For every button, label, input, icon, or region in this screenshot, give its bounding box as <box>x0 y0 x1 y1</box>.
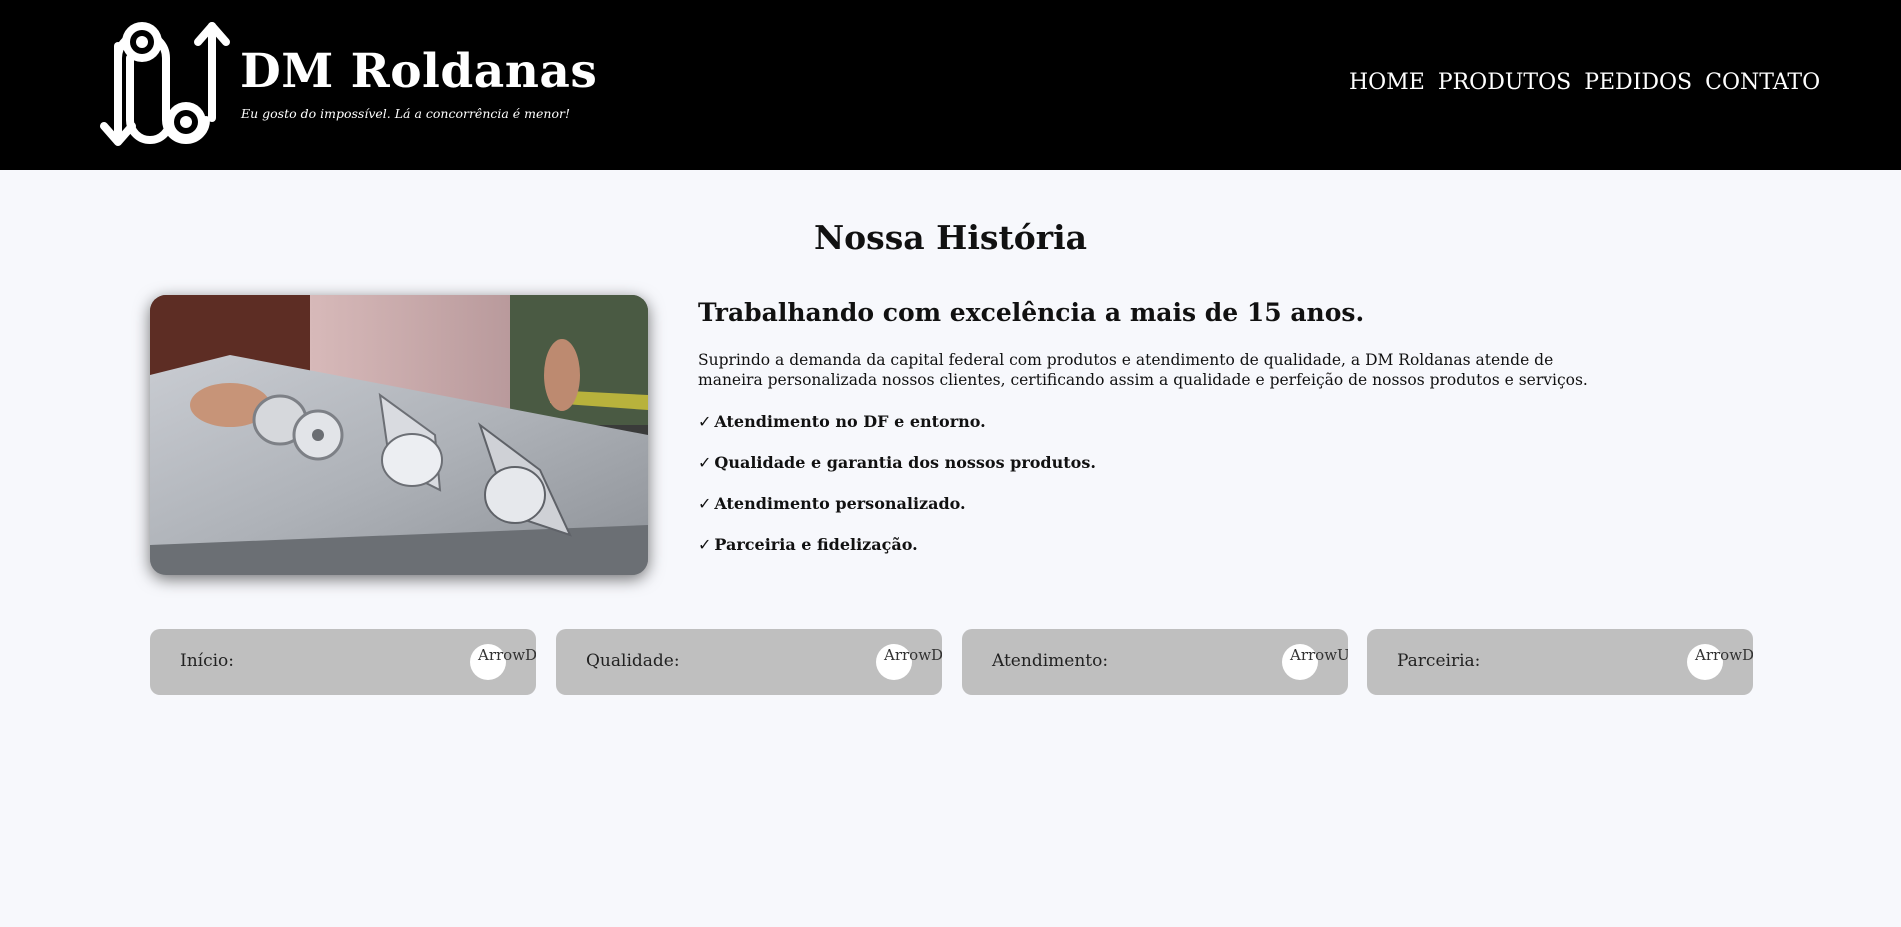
arrow-alt-text: ArrowD <box>478 646 536 664</box>
card-atendimento[interactable]: Atendimento: ArrowU <box>962 629 1348 695</box>
main-nav: HOME PRODUTOS PEDIDOS CONTATO <box>1349 70 1820 95</box>
arrow-down-icon[interactable]: ArrowD <box>876 644 942 680</box>
brand-tagline: Eu gosto do impossível. Lá a concorrênci… <box>241 106 570 121</box>
nav-home-link[interactable]: HOME <box>1349 70 1425 95</box>
check-icon: ✓ <box>698 412 712 431</box>
feature-list: ✓ Atendimento no DF e entorno. ✓ Qualidade… <box>698 412 1096 576</box>
card-inicio[interactable]: Início: ArrowD <box>150 629 536 695</box>
arrow-alt-text: ArrowD <box>1695 646 1753 664</box>
brand-name[interactable]: DM Roldanas <box>240 44 597 99</box>
section-title: Nossa História <box>813 218 1088 257</box>
card-label: Qualidade: <box>586 651 680 671</box>
feature-item: ✓ Qualidade e garantia dos nossos produto… <box>698 453 1096 494</box>
feature-item: ✓ Atendimento personalizado. <box>698 494 1096 535</box>
check-icon: ✓ <box>698 494 712 513</box>
card-label: Início: <box>180 651 235 671</box>
card-qualidade[interactable]: Qualidade: ArrowD <box>556 629 942 695</box>
feature-item: ✓ Atendimento no DF e entorno. <box>698 412 1096 453</box>
arrow-alt-text: ArrowU <box>1290 646 1348 664</box>
check-icon: ✓ <box>698 535 712 554</box>
arrow-down-icon[interactable]: ArrowD <box>470 644 536 680</box>
card-label: Parceiria: <box>1397 651 1481 671</box>
site-header: DM Roldanas Eu gosto do impossível. Lá a… <box>0 0 1901 170</box>
check-icon: ✓ <box>698 453 712 472</box>
card-parceiria[interactable]: Parceiria: ArrowD <box>1367 629 1753 695</box>
info-cards: Início: ArrowD Qualidade: ArrowD Atendim… <box>150 629 1753 695</box>
feature-text: Atendimento no DF e entorno. <box>714 412 986 431</box>
card-label: Atendimento: <box>992 651 1109 671</box>
section-subtitle: Trabalhando com excelência a mais de 15 … <box>698 298 1365 327</box>
feature-text: Parceiria e fidelização. <box>714 535 918 554</box>
pulley-logo-icon[interactable] <box>100 18 230 153</box>
nav-pedidos-link[interactable]: PEDIDOS <box>1584 70 1692 95</box>
history-photo <box>150 295 648 575</box>
arrow-up-icon[interactable]: ArrowU <box>1282 644 1348 680</box>
arrow-alt-text: ArrowD <box>884 646 942 664</box>
feature-text: Qualidade e garantia dos nossos produtos… <box>714 453 1096 472</box>
intro-paragraph: Suprindo a demanda da capital federal co… <box>698 351 1588 389</box>
feature-item: ✓ Parceiria e fidelização. <box>698 535 1096 576</box>
feature-text: Atendimento personalizado. <box>714 494 966 513</box>
nav-produtos-link[interactable]: PRODUTOS <box>1438 70 1571 95</box>
arrow-down-icon[interactable]: ArrowD <box>1687 644 1753 680</box>
nav-contato-link[interactable]: CONTATO <box>1705 70 1820 95</box>
